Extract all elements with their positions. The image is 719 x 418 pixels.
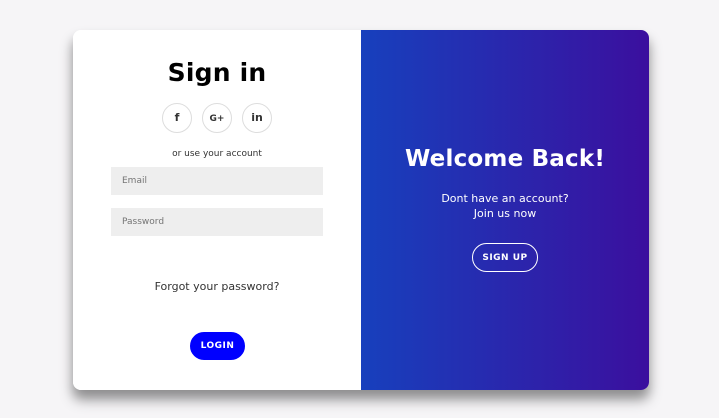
google-plus-icon: G+ xyxy=(209,114,225,124)
login-button[interactable]: LOGIN xyxy=(190,332,245,360)
welcome-text-line-1: Dont have an account? xyxy=(441,192,569,205)
forgot-password-link[interactable]: Forgot your password? xyxy=(73,280,361,293)
linkedin-icon: in xyxy=(251,111,263,124)
sign-up-button[interactable]: SIGN UP xyxy=(472,243,538,272)
linkedin-button[interactable]: in xyxy=(242,103,272,133)
social-buttons: f G+ in xyxy=(73,103,361,133)
welcome-text-line-2: Join us now xyxy=(473,207,537,220)
auth-card: Sign in f G+ in or use your account Forg… xyxy=(73,30,649,390)
email-input[interactable] xyxy=(111,167,323,195)
facebook-button[interactable]: f xyxy=(162,103,192,133)
google-plus-button[interactable]: G+ xyxy=(202,103,232,133)
sign-in-panel: Sign in f G+ in or use your account Forg… xyxy=(73,30,361,390)
use-account-hint: or use your account xyxy=(172,149,262,159)
welcome-text: Dont have an account? Join us now xyxy=(361,191,649,221)
sign-in-title: Sign in xyxy=(167,58,267,87)
facebook-icon: f xyxy=(174,111,180,124)
welcome-overlay-panel: Welcome Back! Dont have an account? Join… xyxy=(361,30,649,390)
welcome-title: Welcome Back! xyxy=(404,146,606,172)
password-input[interactable] xyxy=(111,208,323,236)
